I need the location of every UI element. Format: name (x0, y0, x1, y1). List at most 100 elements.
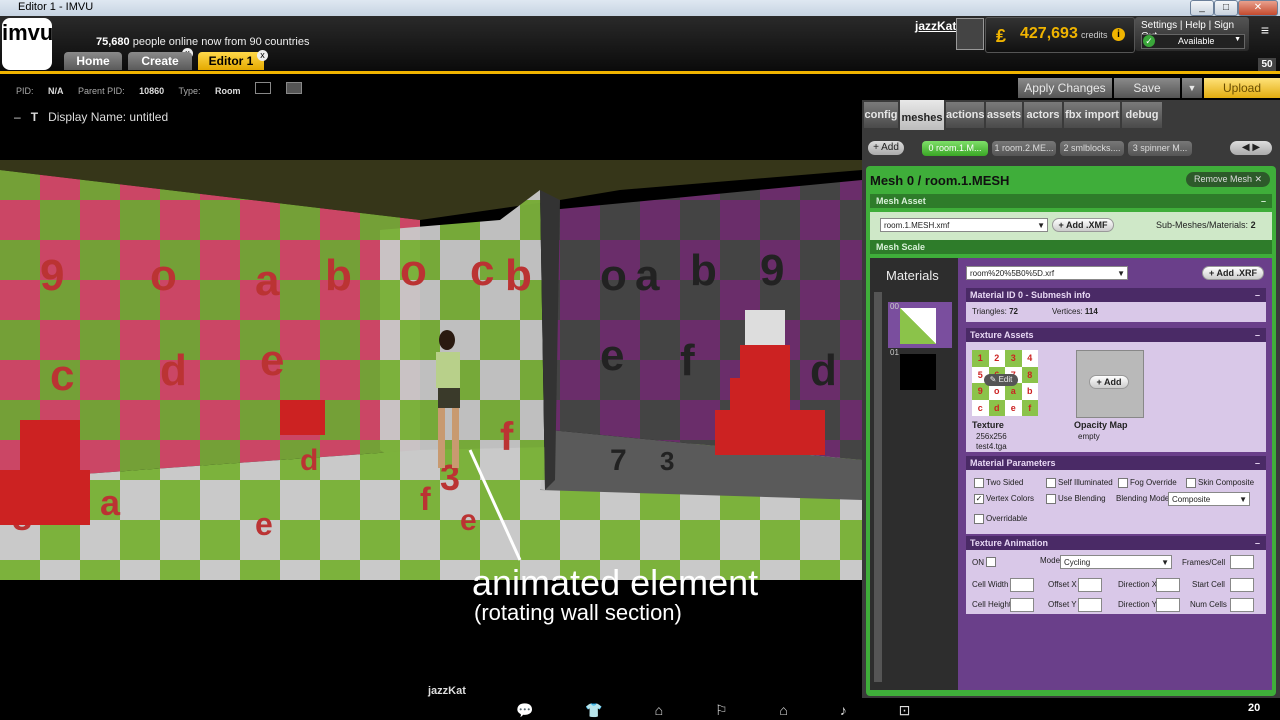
tab-home[interactable]: Home (64, 52, 122, 70)
wall-letter: d (810, 346, 837, 395)
online-users-count[interactable]: 20 (1248, 702, 1260, 714)
mesh-nav-arrows[interactable]: ◀ ▶ (1230, 141, 1272, 155)
tab-fbx-import[interactable]: fbx import (1064, 102, 1120, 128)
notification-badge[interactable]: 50 (1258, 58, 1276, 72)
tab-editor[interactable]: Editor 1 (198, 52, 264, 70)
mesh-asset-header[interactable]: Mesh Asset – (870, 194, 1272, 208)
add-opacity-button[interactable]: + Add (1089, 375, 1129, 389)
panel-tabs: config meshes actions assets actors fbx … (862, 100, 1280, 130)
window-titlebar: Editor 1 - IMVU _ □ ✕ (0, 0, 1280, 16)
tab-close-icon[interactable]: x (257, 50, 268, 61)
tab-create[interactable]: Create (128, 52, 192, 70)
use-blending-checkbox[interactable] (1046, 494, 1056, 504)
texture-assets-header[interactable]: Texture Assets – (966, 328, 1266, 342)
edit-texture-button[interactable]: ✎ Edit (984, 374, 1018, 386)
self-illuminated-label: Self Illuminated (1058, 478, 1113, 487)
opacity-map-box[interactable]: + Add (1076, 350, 1144, 418)
vertex-colors-checkbox[interactable]: ✓ (974, 494, 984, 504)
material-thumb-0[interactable]: 00 (888, 302, 952, 348)
maximize-button[interactable]: □ (1214, 0, 1238, 16)
direction-x-input[interactable] (1156, 578, 1180, 592)
chevron-down-icon: ▼ (1234, 36, 1241, 43)
wall-letter: f (500, 415, 514, 459)
close-window-button[interactable]: ✕ (1238, 0, 1278, 16)
collapse-icon: – (1254, 330, 1260, 340)
tab-actors[interactable]: actors (1024, 102, 1062, 128)
wall-letter: a (635, 251, 660, 300)
frames-cell-input[interactable] (1230, 555, 1254, 569)
online-number: 75,680 (96, 36, 130, 48)
cell-height-input[interactable] (1010, 598, 1034, 612)
offset-x-input[interactable] (1078, 578, 1102, 592)
credits-box[interactable]: ₤ 427,693 credits i (985, 17, 1135, 53)
tab-assets[interactable]: assets (986, 102, 1022, 128)
cell-width-input[interactable] (1010, 578, 1034, 592)
blending-mode-select[interactable]: Composite ▼ (1168, 492, 1250, 506)
add-xmf-button[interactable]: + Add .XMF (1052, 218, 1114, 232)
materials-scrollbar[interactable] (874, 292, 882, 682)
minimize-button[interactable]: _ (1190, 0, 1214, 16)
remove-mesh-button[interactable]: Remove Mesh ✕ (1186, 172, 1270, 187)
material-thumb-1[interactable]: 01 (888, 348, 952, 394)
tab-debug[interactable]: debug (1122, 102, 1162, 128)
collapse-icon[interactable]: – (1261, 194, 1266, 208)
info-icon[interactable]: i (1112, 28, 1125, 41)
anim-on-checkbox[interactable] (986, 557, 996, 567)
tab-config[interactable]: config (864, 102, 898, 128)
credits-label: credits (1081, 30, 1108, 40)
account-links: Settings | Help | Sign Out ✓ Available ▼ (1135, 17, 1249, 51)
start-cell-label: Start Cell (1192, 580, 1225, 589)
num-cells-input[interactable] (1230, 598, 1254, 612)
mesh-tab-0[interactable]: 0 room.1.M... (922, 141, 988, 156)
tab-meshes[interactable]: meshes (900, 100, 944, 130)
material-info-header[interactable]: Material ID 0 - Submesh info – (966, 288, 1266, 302)
overridable-label: Overridable (986, 514, 1028, 523)
collapse-icon[interactable]: – (14, 110, 21, 124)
save-button[interactable]: Save (1114, 78, 1180, 98)
material-params-header[interactable]: Material Parameters – (966, 456, 1266, 470)
annotation-subtitle: (rotating wall section) (474, 600, 682, 625)
skin-composite-checkbox[interactable] (1186, 478, 1196, 488)
pid: PID: N/A (16, 86, 64, 96)
imvu-logo[interactable]: imvu (2, 18, 53, 70)
direction-y-input[interactable] (1156, 598, 1180, 612)
mesh-file-select[interactable]: room.1.MESH.xmf ▼ (880, 218, 1048, 232)
upload-button[interactable]: Upload (1204, 78, 1280, 98)
start-cell-input[interactable] (1230, 578, 1254, 592)
avatar[interactable] (956, 18, 984, 50)
two-sided-checkbox[interactable] (974, 478, 984, 488)
cube (745, 310, 785, 350)
fog-override-checkbox[interactable] (1118, 478, 1128, 488)
apply-changes-button[interactable]: Apply Changes (1018, 78, 1112, 98)
mesh-tab-1[interactable]: 1 room.2.ME... (992, 141, 1056, 156)
display-name[interactable]: – T Display Name: untitled (14, 110, 168, 124)
room-3d-viewport[interactable]: 9 o a b o c b o a b 9 c d e e f d a e f … (0, 160, 862, 580)
mesh-tab-2[interactable]: 2 smlblocks.... (1060, 141, 1124, 156)
anim-mode-select[interactable]: Cycling ▼ (1060, 555, 1172, 569)
self-illuminated-checkbox[interactable] (1046, 478, 1056, 488)
status-select[interactable]: ✓ Available ▼ (1141, 34, 1245, 49)
texture-animation-header[interactable]: Texture Animation – (966, 536, 1266, 550)
opacity-map-value: empty (1078, 432, 1100, 441)
wall-letter: a (255, 256, 280, 305)
offset-y-input[interactable] (1078, 598, 1102, 612)
username-link[interactable]: jazzKat (915, 19, 956, 33)
add-xrf-button[interactable]: + Add .XRF (1202, 266, 1264, 280)
material-texture-thumb (900, 354, 936, 390)
save-options-icon[interactable]: ▼ (1182, 78, 1202, 98)
mesh-scale-header[interactable]: Mesh Scale (870, 240, 1272, 254)
export-icon[interactable] (285, 82, 302, 94)
wall-letter: b (690, 246, 717, 295)
mesh-tab-3[interactable]: 3 spinner M... (1128, 141, 1192, 156)
chevron-down-icon: ▼ (1161, 558, 1169, 567)
overridable-checkbox[interactable] (974, 514, 984, 524)
tab-actions[interactable]: actions (946, 102, 985, 128)
opacity-map-label: Opacity Map (1074, 420, 1128, 430)
add-mesh-button[interactable]: + Add (868, 141, 904, 155)
window-icon[interactable] (255, 82, 272, 94)
material-index: 00 (890, 302, 899, 311)
avatar-name-label: jazzKat (428, 685, 466, 697)
wall-letter: b (325, 251, 352, 300)
bottom-toolbar[interactable]: 💬 👕 ⌂ ⚐ ⌂ ♪ ⊡ (516, 702, 934, 719)
material-file-select[interactable]: room%20%5B0%5D.xrf ▼ (966, 266, 1128, 280)
